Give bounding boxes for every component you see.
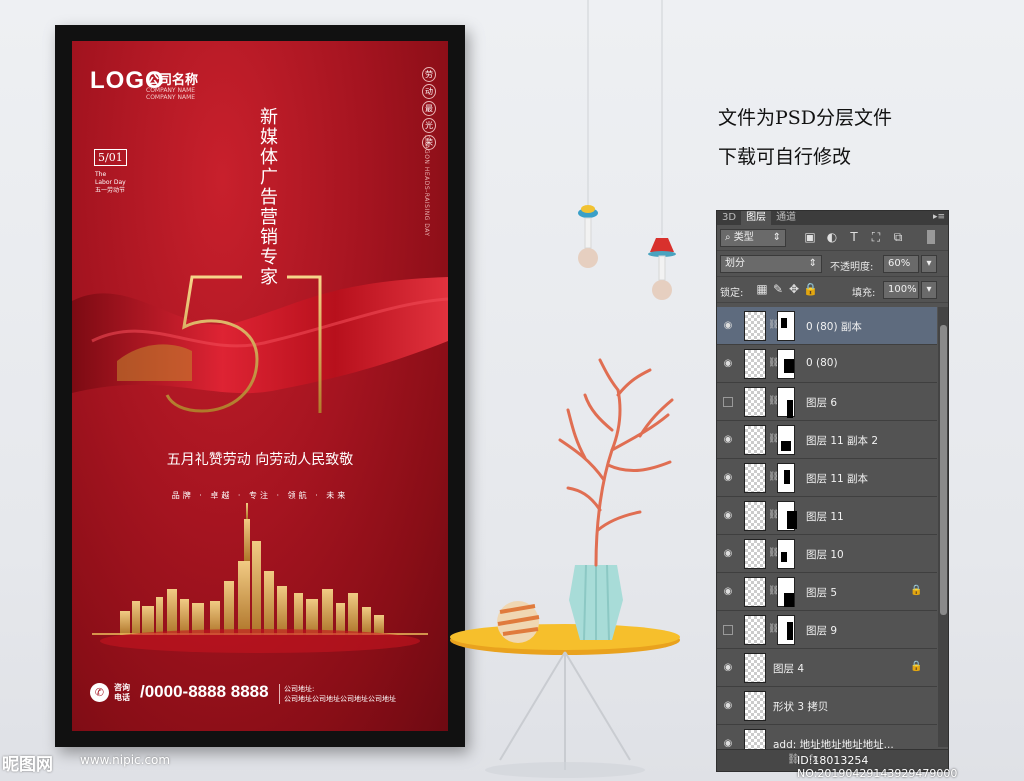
lock-paint-icon[interactable]: ✎ (771, 282, 785, 296)
lock-transparency-icon[interactable]: ▦ (755, 282, 769, 296)
layer-thumbnail (744, 387, 766, 417)
eye-icon[interactable]: ◉ (722, 700, 734, 712)
layer-mask-thumbnail[interactable] (777, 425, 795, 455)
eye-icon[interactable]: ◉ (722, 320, 734, 332)
filter-row: ⌕ 类型 ⇕ ▣ ◐ T ⛶ ⧉ (717, 225, 948, 251)
chevron-down-icon: ⇕ (808, 258, 817, 269)
layer-row[interactable]: ◉ ⛓ 图层 5 🔒 (717, 573, 937, 611)
layer-thumbnail (744, 311, 766, 341)
layer-thumbnail (744, 463, 766, 493)
tab-channels[interactable]: 通道 (771, 211, 801, 225)
layer-row[interactable]: ⛓ 图层 9 (717, 611, 937, 649)
layer-row[interactable]: ⛓ 图层 6 (717, 383, 937, 421)
layer-name: 0 (80) (806, 357, 838, 369)
layer-thumbnail (744, 501, 766, 531)
smart-object-filter-icon[interactable]: ⧉ (891, 230, 905, 244)
layer-thumbnail (744, 577, 766, 607)
watermark-url: www.nipic.com (80, 753, 171, 767)
tab-3d[interactable]: 3D (717, 211, 741, 225)
fill-input[interactable]: 100% (883, 281, 919, 299)
lock-row: 锁定: ▦ ✎ ✥ 🔒 填充: 100% ▾ (717, 277, 948, 303)
layer-mask-thumbnail[interactable] (777, 615, 795, 645)
panel-tabs: 3D 图层 通道 ▸≡ (717, 211, 948, 225)
layer-thumbnail (744, 653, 766, 683)
lock-icon: 🔒 (910, 585, 923, 596)
visibility-off-box[interactable] (723, 397, 733, 407)
eye-icon[interactable]: ◉ (722, 434, 734, 446)
layer-name: 图层 9 (806, 625, 838, 637)
layer-scrollbar[interactable] (938, 307, 948, 747)
opacity-dropdown-icon[interactable]: ▾ (921, 255, 937, 273)
lock-position-icon[interactable]: ✥ (787, 282, 801, 296)
lock-label: 锁定: (720, 288, 744, 299)
layer-name: 图层 11 副本 2 (806, 435, 879, 447)
layer-mask-thumbnail[interactable] (777, 349, 795, 379)
visibility-off-box[interactable] (723, 625, 733, 635)
layer-name: 图层 4 (773, 663, 805, 675)
search-icon: ⌕ (725, 232, 734, 243)
layer-mask-thumbnail[interactable] (777, 539, 795, 569)
lock-all-icon[interactable]: 🔒 (803, 282, 818, 296)
layer-row[interactable]: ◉ ⛓ 0 (80) 副本 (717, 307, 937, 345)
eye-icon[interactable]: ◉ (722, 358, 734, 370)
panel-menu-icon[interactable]: ▸≡ (933, 212, 945, 222)
opacity-label: 不透明度: (830, 262, 874, 273)
layer-mask-thumbnail[interactable] (777, 311, 795, 341)
layer-list: ◉ ⛓ 0 (80) 副本 ◉ ⛓ 0 (80) ⛓ 图层 6 ◉ ⛓ 图层 11 副本 2 ◉ ⛓ 图层… (717, 307, 937, 763)
filter-toggle-icon[interactable] (927, 230, 935, 244)
watermark-site: 昵图网 (2, 755, 53, 775)
lock-icon: 🔒 (910, 661, 923, 672)
watermark-id: ID:18013254 NO:20190429143929479000 (797, 754, 958, 780)
chevron-down-icon: ⇕ (772, 232, 781, 243)
layer-name: 图层 11 副本 (806, 473, 869, 485)
fill-label: 填充: (852, 288, 876, 299)
layer-name: 图层 6 (806, 397, 838, 409)
layer-thumbnail (744, 425, 766, 455)
opacity-input[interactable]: 60% (883, 255, 919, 273)
eye-icon[interactable]: ◉ (722, 510, 734, 522)
layer-thumbnail (744, 349, 766, 379)
eye-icon[interactable]: ◉ (722, 662, 734, 674)
layer-row[interactable]: ◉ 图层 4 🔒 (717, 649, 937, 687)
layer-row[interactable]: ◉ ⛓ 图层 11 副本 2 (717, 421, 937, 459)
filter-kind-label: 类型 (733, 232, 754, 243)
layer-row[interactable]: ◉ ⛓ 0 (80) (717, 345, 937, 383)
eye-icon[interactable]: ◉ (722, 548, 734, 560)
tab-layers[interactable]: 图层 (741, 211, 772, 225)
eye-icon[interactable]: ◉ (722, 472, 734, 484)
blend-mode-value: 划分 (725, 258, 745, 269)
layer-mask-thumbnail[interactable] (777, 463, 795, 493)
blend-row: 划分 ⇕ 不透明度: 60% ▾ (717, 251, 948, 277)
eye-icon[interactable]: ◉ (722, 586, 734, 598)
layer-row[interactable]: ◉ ⛓ 图层 11 (717, 497, 937, 535)
layer-thumbnail (744, 539, 766, 569)
layer-row[interactable]: ◉ ⛓ 图层 10 (717, 535, 937, 573)
layer-row[interactable]: ◉ 形状 3 拷贝 (717, 687, 937, 725)
layer-name: 图层 11 (806, 511, 844, 523)
fill-dropdown-icon[interactable]: ▾ (921, 281, 937, 299)
blend-mode-select[interactable]: 划分 ⇕ (720, 255, 822, 273)
layer-thumbnail (744, 691, 766, 721)
layer-row[interactable]: ◉ ⛓ 图层 11 副本 (717, 459, 937, 497)
adjustment-filter-icon[interactable]: ◐ (825, 230, 839, 244)
layer-mask-thumbnail[interactable] (777, 387, 795, 418)
layer-name: 图层 5 (806, 587, 838, 599)
scrollbar-thumb[interactable] (940, 325, 947, 615)
layer-name: 形状 3 拷贝 (773, 701, 829, 713)
layer-mask-thumbnail[interactable] (777, 501, 797, 531)
pixel-filter-icon[interactable]: ▣ (803, 230, 817, 244)
layer-mask-thumbnail[interactable] (777, 577, 795, 607)
shape-filter-icon[interactable]: ⛶ (869, 230, 883, 244)
type-filter-icon[interactable]: T (847, 230, 861, 244)
layer-name: 图层 10 (806, 549, 844, 561)
layer-filter-select[interactable]: ⌕ 类型 ⇕ (720, 229, 786, 247)
layer-thumbnail (744, 615, 766, 645)
layer-name: 0 (80) 副本 (806, 321, 862, 333)
layers-panel: 3D 图层 通道 ▸≡ ⌕ 类型 ⇕ ▣ ◐ T ⛶ ⧉ 划分 ⇕ 不透明度: 60… (716, 210, 949, 772)
